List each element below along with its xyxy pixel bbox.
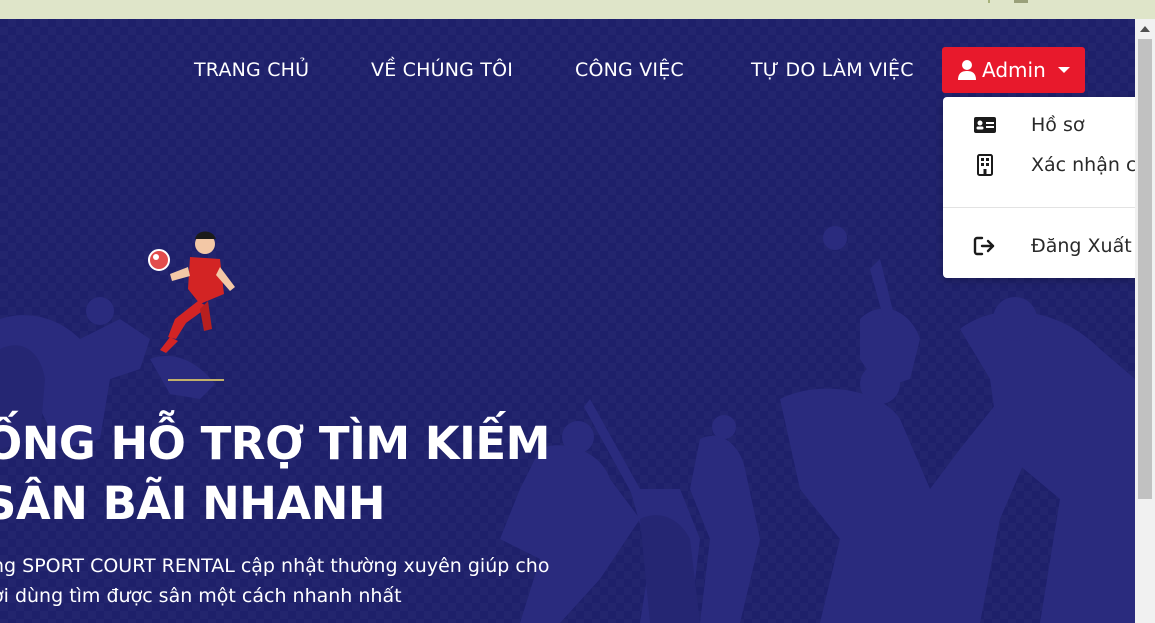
nav-link-jobs[interactable]: CÔNG VIỆC [575, 59, 684, 81]
admin-dropdown-menu: Hồ sơ Xác nhận c Đăng Xuất [943, 97, 1135, 278]
scrollbar-thumb[interactable] [1138, 39, 1152, 499]
admin-dropdown-button[interactable]: Admin [942, 47, 1085, 93]
dropdown-item-logout[interactable]: Đăng Xuất [943, 229, 1135, 263]
toolbar-mark [988, 0, 990, 3]
hero-subtitle-line-1: ng SPORT COURT RENTAL cập nhật thường xu… [0, 555, 550, 577]
dropdown-divider [943, 207, 1135, 208]
hero-headline-line-2: SÂN BÃI NHANH [0, 477, 386, 530]
nav-link-about[interactable]: VỀ CHÚNG TÔI [371, 59, 513, 81]
dropdown-item-label: Đăng Xuất [1031, 235, 1132, 257]
building-icon [977, 154, 993, 176]
sign-out-icon [973, 236, 995, 256]
hero-headline-line-1: ỐNG HỖ TRỢ TÌM KIẾM [0, 417, 550, 470]
nav-link-freelance[interactable]: TỰ DO LÀM VIỆC [751, 59, 914, 81]
hero-subtitle-line-2: ời dùng tìm được sân một cách nhanh nhất [0, 585, 402, 607]
hero-section: TRANG CHỦ VỀ CHÚNG TÔI CÔNG VIỆC TỰ DO L… [0, 19, 1135, 623]
dropdown-item-profile[interactable]: Hồ sơ [943, 108, 1135, 142]
admin-label: Admin [982, 58, 1046, 82]
user-icon [958, 60, 976, 80]
scroll-up-arrow-icon[interactable] [1140, 26, 1150, 32]
dropdown-item-label: Hồ sơ [1031, 114, 1085, 136]
hero-subtitle: ng SPORT COURT RENTAL cập nhật thường xu… [0, 551, 549, 611]
browser-top-strip [0, 0, 1155, 19]
dropdown-item-confirm[interactable]: Xác nhận c [943, 148, 1135, 182]
nav-link-home[interactable]: TRANG CHỦ [194, 59, 309, 81]
vertical-scrollbar[interactable] [1135, 19, 1155, 623]
hero-headline: ỐNG HỖ TRỢ TÌM KIẾM SÂN BÃI NHANH [0, 414, 550, 534]
dropdown-item-label: Xác nhận c [1031, 154, 1135, 176]
toolbar-mark [1014, 0, 1028, 3]
caret-down-icon [1057, 67, 1070, 73]
id-card-icon [974, 117, 996, 133]
